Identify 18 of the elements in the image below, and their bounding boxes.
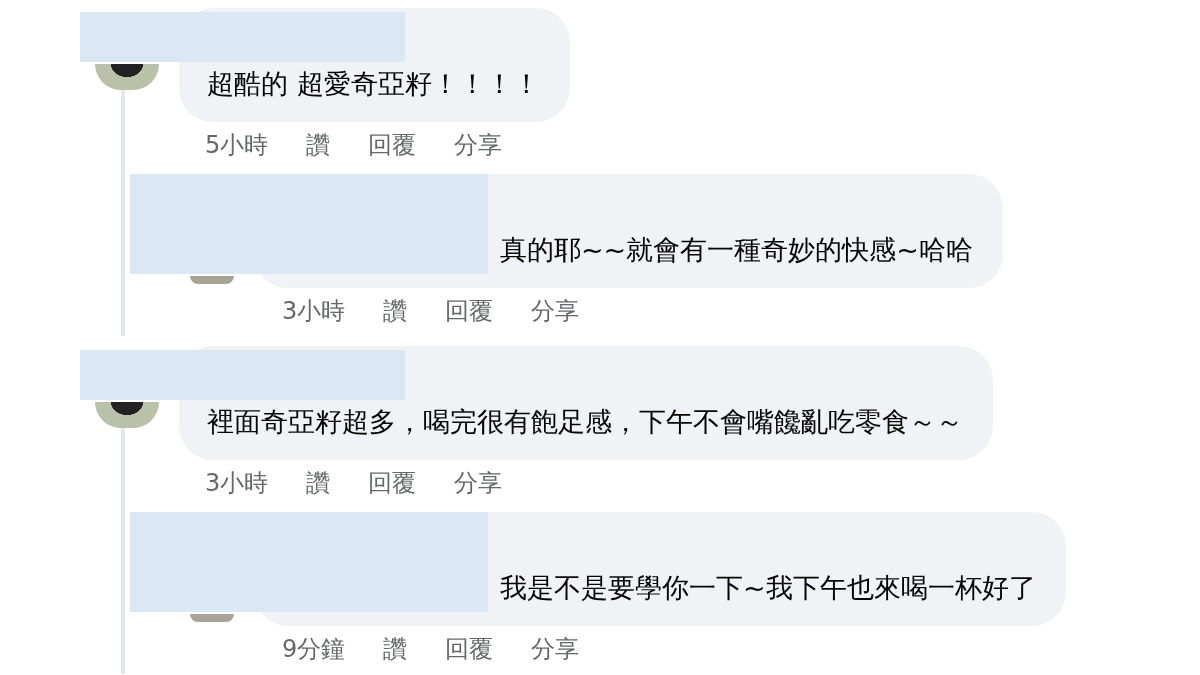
action-link[interactable]: 分享 (531, 633, 580, 665)
action-link[interactable]: 回覆 (445, 295, 494, 327)
avatar-icon[interactable] (95, 402, 159, 428)
action-link[interactable]: 讚 (383, 633, 408, 665)
action-link[interactable]: 回覆 (445, 633, 494, 665)
action-link[interactable]: 分享 (454, 129, 503, 161)
action-link[interactable]: 讚 (306, 467, 331, 499)
avatar-icon[interactable] (95, 64, 159, 90)
timestamp: 3小時 (282, 296, 346, 327)
timestamp: 3小時 (205, 468, 269, 499)
timestamp: 5小時 (205, 130, 269, 161)
action-link[interactable]: 讚 (306, 129, 331, 161)
action-link[interactable]: 回覆 (368, 467, 417, 499)
timestamp: 9分鐘 (282, 634, 346, 665)
action-link[interactable]: 分享 (454, 467, 503, 499)
action-link[interactable]: 讚 (383, 295, 408, 327)
action-link[interactable]: 回覆 (368, 129, 417, 161)
action-link[interactable]: 分享 (531, 295, 580, 327)
